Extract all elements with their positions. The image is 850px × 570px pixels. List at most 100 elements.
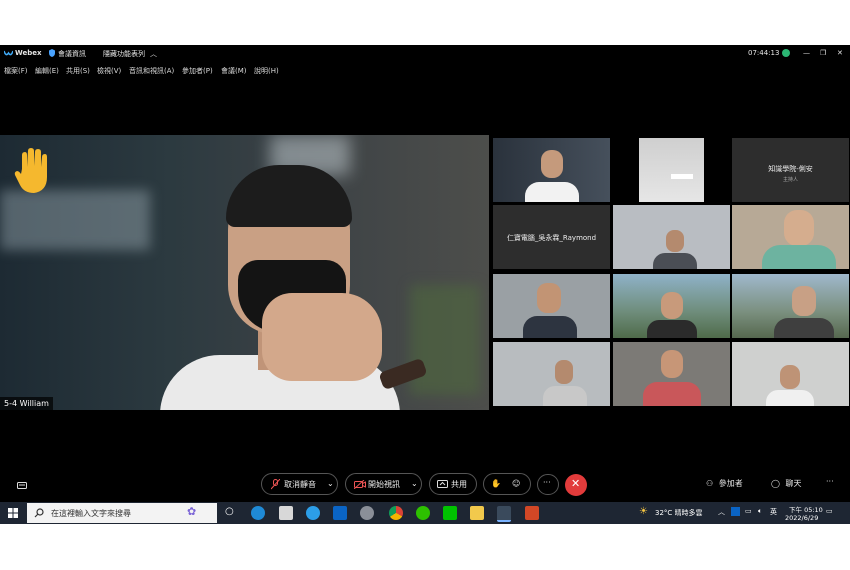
video-tile-7[interactable] bbox=[493, 274, 610, 338]
tile-person-head bbox=[780, 365, 800, 389]
weather-text[interactable]: 32°C 晴時多雲 bbox=[655, 508, 703, 518]
ie-icon[interactable] bbox=[306, 506, 320, 520]
menu-bar: 檔案(F) 編輯(E) 共用(S) 檢視(V) 音訊和視訊(A) 參加者(P) … bbox=[0, 64, 850, 78]
window-light bbox=[0, 190, 150, 250]
tile-person-head bbox=[784, 210, 814, 246]
start-video-button[interactable]: 開始視訊 ⌄ bbox=[345, 473, 422, 495]
menu-file[interactable]: 檔案(F) bbox=[4, 66, 28, 76]
video-tile-10[interactable] bbox=[493, 342, 610, 406]
video-tile-11[interactable] bbox=[613, 342, 730, 406]
video-tile-3[interactable]: 知識學院-俐安 主持人 bbox=[732, 138, 849, 202]
tile-person-head bbox=[661, 292, 683, 319]
line-icon[interactable] bbox=[443, 506, 457, 520]
weather-icon: ☀ bbox=[639, 506, 648, 517]
captions-icon[interactable] bbox=[17, 482, 27, 490]
chrome-icon[interactable] bbox=[389, 506, 403, 520]
search-icon bbox=[34, 508, 44, 518]
main-video[interactable]: 5-4 William bbox=[0, 135, 489, 410]
taskbar-search-box[interactable]: 在這裡輸入文字來搜尋 ✿ bbox=[27, 503, 217, 523]
reactions-icon: ☺ bbox=[512, 479, 521, 488]
tile-person-body bbox=[643, 382, 701, 406]
search-placeholder: 在這裡輸入文字來搜尋 bbox=[51, 509, 131, 518]
tray-chevron-icon[interactable]: ︿ bbox=[718, 507, 725, 517]
raise-hand-button[interactable]: ✋ ☺ bbox=[483, 473, 531, 495]
menu-participants[interactable]: 參加者(P) bbox=[182, 66, 213, 76]
chevron-down-icon[interactable]: ⌄ bbox=[411, 479, 418, 488]
microphone-muted-icon bbox=[271, 479, 280, 490]
hide-menu-button[interactable]: 隱藏功能表列 bbox=[103, 49, 145, 59]
video-tile-8[interactable] bbox=[613, 274, 730, 338]
tray-outlook-icon[interactable] bbox=[731, 507, 740, 516]
restore-icon[interactable]: ❐ bbox=[820, 49, 826, 57]
windows-start-icon[interactable] bbox=[8, 508, 18, 518]
participant-hand bbox=[262, 293, 382, 381]
tile-person-body bbox=[653, 253, 697, 269]
outlook-icon[interactable] bbox=[333, 506, 347, 520]
share-button[interactable]: 共用 bbox=[429, 473, 477, 495]
notification-icon[interactable]: ▭ bbox=[826, 507, 833, 515]
tile-participant-name: 知識學院-俐安 bbox=[768, 165, 813, 173]
participants-button[interactable]: ⚇ 參加者 bbox=[706, 478, 743, 489]
tile-person-body bbox=[774, 318, 834, 338]
chevron-down-icon[interactable]: ⌄ bbox=[327, 479, 334, 488]
chat-button[interactable]: ◯ 聊天 bbox=[771, 478, 802, 489]
menu-meeting[interactable]: 會議(M) bbox=[221, 66, 247, 76]
edge-icon[interactable] bbox=[251, 506, 265, 520]
video-tile-1[interactable] bbox=[493, 138, 610, 202]
hand-icon: ✋ bbox=[491, 479, 501, 488]
tray-date[interactable]: 2022/6/29 bbox=[785, 514, 818, 522]
video-tile-12[interactable] bbox=[732, 342, 849, 406]
end-call-icon: ✕ bbox=[571, 477, 581, 490]
taskbar: 在這裡輸入文字來搜尋 ✿ ○ ☀ 32°C 晴時多雲 ︿ ▭ 🔈︎ 英 下午 0… bbox=[0, 502, 850, 524]
main-video-name-tag: 5-4 William bbox=[0, 397, 53, 410]
share-screen-icon bbox=[437, 480, 448, 488]
tile-person-head bbox=[555, 360, 573, 384]
menu-share[interactable]: 共用(S) bbox=[66, 66, 90, 76]
tile-person-body bbox=[647, 320, 697, 338]
webex-logo-icon bbox=[4, 50, 13, 56]
menu-help[interactable]: 說明(H) bbox=[254, 66, 279, 76]
volume-icon[interactable]: 🔈︎ bbox=[758, 507, 762, 516]
wechat-icon[interactable] bbox=[416, 506, 430, 520]
video-tile-9[interactable] bbox=[732, 274, 849, 338]
meeting-info-button[interactable]: 會議資訊 bbox=[58, 49, 86, 59]
end-call-button[interactable]: ✕ bbox=[565, 474, 587, 496]
video-tile-2[interactable] bbox=[613, 138, 730, 202]
tile-person-head bbox=[541, 150, 563, 178]
more-options-button[interactable]: ··· bbox=[537, 474, 559, 495]
unmute-button[interactable]: 取消靜音 ⌄ bbox=[261, 473, 338, 495]
more-icon: ··· bbox=[543, 478, 551, 487]
close-icon[interactable]: ✕ bbox=[837, 49, 843, 57]
tile-person-body bbox=[762, 245, 836, 269]
video-tile-5[interactable] bbox=[613, 205, 730, 269]
app-icon[interactable] bbox=[360, 506, 374, 520]
menu-audio-video[interactable]: 音訊和視訊(A) bbox=[129, 66, 174, 76]
tile-person-body bbox=[523, 316, 577, 338]
tile-person-body bbox=[525, 182, 579, 202]
webex-window: Webex 會議資訊 隱藏功能表列 ︿ 07:44:13 — ❐ ✕ 檔案(F)… bbox=[0, 45, 850, 504]
video-tile-4[interactable]: 仁寶電腦_吳永霖_Raymond bbox=[493, 205, 610, 269]
menu-view[interactable]: 檢視(V) bbox=[97, 66, 121, 76]
file-explorer-icon[interactable] bbox=[470, 506, 484, 520]
search-highlight-icon: ✿ bbox=[187, 505, 197, 518]
app-name: Webex bbox=[15, 49, 42, 57]
tile-person-body bbox=[543, 386, 587, 406]
chat-icon: ◯ bbox=[771, 479, 780, 488]
task-view-icon[interactable]: ○ bbox=[225, 506, 234, 517]
clock-time: 07:44:13 bbox=[748, 49, 780, 57]
raised-hand-icon bbox=[14, 148, 47, 193]
minimize-icon[interactable]: — bbox=[803, 49, 810, 57]
mail-icon[interactable] bbox=[279, 506, 293, 520]
menu-edit[interactable]: 編輯(E) bbox=[35, 66, 59, 76]
tile-light-panel bbox=[671, 174, 693, 179]
powerpoint-icon[interactable] bbox=[525, 506, 539, 520]
ime-indicator[interactable]: 英 bbox=[770, 507, 777, 517]
network-icon[interactable]: ▭ bbox=[745, 507, 752, 515]
webex-taskbar-icon[interactable] bbox=[497, 506, 511, 522]
tile-person-head bbox=[792, 286, 816, 316]
chevron-up-icon[interactable]: ︿ bbox=[150, 49, 157, 59]
video-tile-6[interactable] bbox=[732, 205, 849, 269]
panel-more-icon[interactable]: ··· bbox=[826, 477, 834, 486]
tray-time[interactable]: 下午 05:10 bbox=[789, 504, 823, 514]
chat-label: 聊天 bbox=[785, 479, 802, 488]
